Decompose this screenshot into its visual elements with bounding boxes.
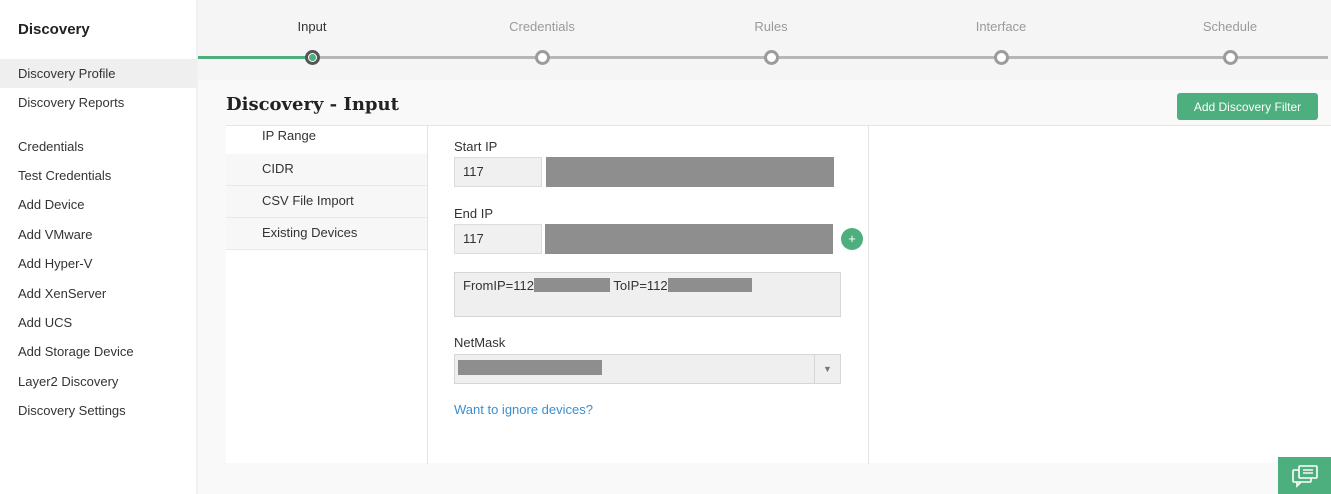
step-rules[interactable]: Rules: [711, 0, 831, 70]
sidebar: Discovery Discovery Profile Discovery Re…: [0, 0, 197, 494]
step-label: Credentials: [509, 19, 575, 34]
method-divider: [427, 126, 428, 464]
add-ip-range-button[interactable]: +: [841, 228, 863, 250]
sidebar-item-discovery-settings[interactable]: Discovery Settings: [0, 396, 197, 425]
end-ip-label: End IP: [454, 206, 494, 221]
main-panel: Input Credentials Rules Interface Schedu…: [198, 0, 1331, 494]
step-dot-icon: [764, 50, 779, 65]
step-label: Rules: [754, 19, 788, 34]
step-dot-icon: [305, 50, 320, 65]
netmask-redacted-value: [458, 360, 602, 375]
sidebar-item-discovery-profile[interactable]: Discovery Profile: [0, 59, 197, 88]
form-divider: [868, 126, 869, 464]
end-ip-octet-1[interactable]: 117: [454, 224, 542, 254]
step-schedule[interactable]: Schedule: [1170, 0, 1290, 70]
chevron-down-icon[interactable]: ▼: [814, 355, 840, 383]
start-ip-redacted-octets[interactable]: [546, 157, 834, 187]
discovery-input-panel: IP Range CIDR CSV File Import Existing D…: [226, 125, 1331, 464]
start-ip-octet-1[interactable]: 117: [454, 157, 542, 187]
step-label: Input: [297, 19, 327, 34]
step-dot-icon: [1223, 50, 1238, 65]
step-input[interactable]: Input: [252, 0, 372, 70]
chat-icon: [1291, 464, 1318, 488]
sidebar-item-add-device[interactable]: Add Device: [0, 190, 197, 219]
ignore-devices-link[interactable]: Want to ignore devices?: [454, 402, 593, 417]
wizard-stepper: Input Credentials Rules Interface Schedu…: [198, 0, 1331, 80]
end-ip-redacted-octets[interactable]: [545, 224, 833, 254]
step-credentials[interactable]: Credentials: [482, 0, 602, 70]
sidebar-item-add-vmware[interactable]: Add VMware: [0, 220, 197, 249]
step-label: Schedule: [1202, 19, 1258, 34]
page-title: Discovery - Input: [226, 94, 399, 115]
method-cidr[interactable]: CIDR: [226, 154, 427, 186]
sidebar-item-test-credentials[interactable]: Test Credentials: [0, 161, 197, 190]
netmask-select[interactable]: ▼: [454, 354, 841, 384]
step-dot-icon: [535, 50, 550, 65]
sidebar-item-add-ucs[interactable]: Add UCS: [0, 308, 197, 337]
chat-button[interactable]: [1278, 457, 1331, 494]
input-method-list: IP Range CIDR CSV File Import Existing D…: [226, 126, 428, 252]
add-discovery-filter-button[interactable]: Add Discovery Filter: [1177, 93, 1318, 120]
sidebar-item-discovery-reports[interactable]: Discovery Reports: [0, 88, 197, 117]
sidebar-title: Discovery: [18, 21, 90, 38]
sidebar-item-add-xenserver[interactable]: Add XenServer: [0, 279, 197, 308]
range-from-text: FromIP=112: [463, 278, 534, 293]
app-window: Discovery Discovery Profile Discovery Re…: [0, 0, 1331, 494]
sidebar-item-add-hyper-v[interactable]: Add Hyper-V: [0, 249, 197, 278]
start-ip-label: Start IP: [454, 139, 498, 154]
netmask-label: NetMask: [454, 335, 506, 350]
method-existing-devices[interactable]: Existing Devices: [226, 218, 427, 250]
range-to-redacted: [667, 278, 752, 292]
sidebar-item-add-storage-device[interactable]: Add Storage Device: [0, 337, 197, 366]
step-label: Interface: [975, 19, 1027, 34]
step-interface[interactable]: Interface: [941, 0, 1061, 70]
range-to-text: ToIP=112: [613, 278, 668, 293]
step-dot-icon: [994, 50, 1009, 65]
method-csv-file-import[interactable]: CSV File Import: [226, 186, 427, 218]
range-from-redacted: [533, 278, 610, 292]
sidebar-item-layer2-discovery[interactable]: Layer2 Discovery: [0, 367, 197, 396]
sidebar-item-credentials[interactable]: Credentials: [0, 132, 197, 161]
ip-range-summary: FromIP=112 ToIP=112: [454, 272, 841, 317]
